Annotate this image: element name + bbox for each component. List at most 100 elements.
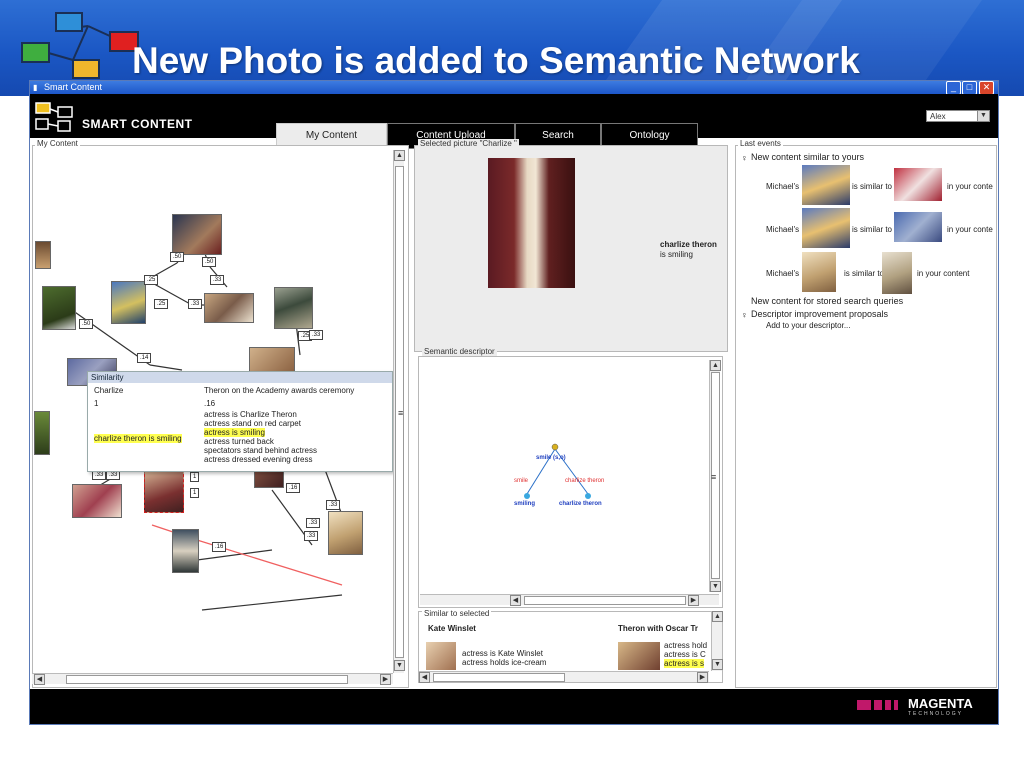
event-thumbnail[interactable] [802, 208, 850, 248]
scroll-thumb[interactable] [433, 673, 565, 682]
event-text: is similar to [852, 225, 893, 234]
photo-thumbnail[interactable] [328, 511, 363, 555]
similar-horizontal-scrollbar[interactable]: ◀ ▶ [419, 671, 709, 683]
similar-to-selected-label: Similar to selected [422, 609, 492, 618]
event-thumbnail[interactable] [894, 212, 942, 242]
close-button[interactable]: ✕ [979, 81, 994, 95]
similar-vertical-scrollbar[interactable]: ▲ ▼ [711, 611, 723, 671]
scroll-right-arrow-icon[interactable]: ▶ [697, 672, 708, 683]
event-user: Michael's [766, 269, 800, 278]
similar-item-thumbnail[interactable] [618, 642, 660, 670]
edge-weight-label: .33 [188, 299, 203, 309]
descriptor-left-leaf: smiling [514, 501, 536, 507]
photo-thumbnail[interactable] [172, 529, 199, 573]
edge-weight-label: 1 [190, 472, 200, 482]
event-thumbnail[interactable] [802, 165, 850, 205]
similarity-popup: Similarity Charlize Theron on the Academ… [87, 371, 393, 472]
scroll-left-arrow-icon[interactable]: ◀ [510, 595, 521, 606]
similar-item-line: actress is s [664, 659, 705, 668]
descriptor-right-leaf: charlize theron [559, 501, 602, 507]
edge-weight-label: .50 [79, 319, 94, 329]
semantic-descriptor-label: Semantic descriptor [422, 347, 497, 356]
photo-thumbnail[interactable] [72, 484, 122, 518]
edge-weight-label: 1 [190, 488, 200, 498]
scroll-up-arrow-icon[interactable]: ▲ [710, 360, 721, 371]
event-thumbnail[interactable] [802, 252, 836, 292]
event-thumbnail[interactable] [882, 252, 912, 294]
window-title: Smart Content [44, 82, 103, 92]
event-text: in your conte [947, 225, 993, 234]
scroll-down-arrow-icon[interactable]: ▼ [394, 660, 405, 671]
scroll-down-arrow-icon[interactable]: ▼ [712, 659, 723, 670]
minimize-button[interactable]: _ [946, 81, 961, 95]
add-to-descriptor-link[interactable]: Add to your descriptor... [766, 321, 851, 330]
tree-expand-icon[interactable]: ♀ [741, 310, 748, 320]
popup-left-value: 1 [94, 399, 99, 408]
app-window: ▮ Smart Content _ □ ✕ SMART CONTENT My C… [29, 80, 999, 725]
edge-weight-label: .33 [309, 330, 324, 340]
event-text: in your conte [947, 182, 993, 191]
app-icon: ▮ [33, 83, 38, 92]
photo-thumbnail[interactable] [34, 411, 50, 455]
photo-thumbnail[interactable] [42, 286, 76, 330]
edge-weight-label: .25 [154, 299, 169, 309]
popup-right-value: .16 [204, 399, 216, 408]
popup-title: Similarity [88, 372, 392, 383]
scroll-up-arrow-icon[interactable]: ▲ [712, 611, 723, 622]
photo-thumbnail[interactable] [35, 241, 51, 269]
event-user: Michael's [766, 182, 800, 191]
event-text: is similar to [844, 269, 885, 278]
events-group-search-queries[interactable]: New content for stored search queries [751, 296, 903, 306]
user-select-value: Alex [930, 112, 946, 121]
scroll-down-arrow-icon[interactable]: ▼ [710, 581, 721, 592]
magenta-brand-text: MAGENTA [908, 696, 973, 711]
scroll-left-arrow-icon[interactable]: ◀ [34, 674, 45, 685]
events-group-similar[interactable]: New content similar to yours [751, 152, 864, 162]
scroll-right-arrow-icon[interactable]: ▶ [688, 595, 699, 606]
edge-weight-label: .25 [144, 275, 159, 285]
maximize-button[interactable]: □ [962, 81, 977, 95]
similar-item-thumbnail[interactable] [426, 642, 456, 670]
splitter-grip-icon[interactable]: ≡ [711, 472, 716, 482]
photo-thumbnail[interactable] [204, 293, 254, 323]
tree-expand-icon[interactable]: ♀ [741, 153, 748, 163]
photo-thumbnail[interactable] [172, 214, 222, 255]
scroll-left-arrow-icon[interactable]: ◀ [419, 672, 430, 683]
selected-picture-label: Selected picture "Charlize " [418, 139, 519, 148]
scroll-thumb[interactable] [66, 675, 348, 684]
scroll-up-arrow-icon[interactable]: ▲ [394, 150, 405, 161]
app-footer: MAGENTA TECHNOLOGY [30, 689, 998, 724]
scroll-thumb[interactable] [524, 596, 686, 605]
similar-item-line: actress is Kate Winslet [462, 649, 543, 658]
slide-title: New Photo is added to Semantic Network [132, 40, 860, 81]
selected-picture-image [488, 158, 575, 288]
event-user: Michael's [766, 225, 800, 234]
popup-right-line: spectators stand behind actress [204, 446, 317, 455]
user-select[interactable]: Alex ▼ [926, 110, 990, 122]
window-titlebar[interactable]: ▮ Smart Content _ □ ✕ [30, 81, 998, 95]
edge-weight-label: .33 [306, 518, 321, 528]
popup-right-line: actress stand on red carpet [204, 419, 301, 428]
popup-left-name: Charlize [94, 386, 124, 395]
event-text: is similar to [852, 182, 893, 191]
similar-item-line: actress is C [664, 650, 706, 659]
descriptor-left-edge-label: smile [514, 478, 529, 484]
photo-thumbnail[interactable] [111, 281, 146, 324]
chevron-down-icon: ▼ [977, 111, 989, 121]
popup-right-name: Theron on the Academy awards ceremony [204, 386, 355, 395]
event-text: in your content [917, 269, 970, 278]
magenta-logo-icon [857, 700, 903, 710]
scroll-right-arrow-icon[interactable]: ▶ [380, 674, 391, 685]
event-thumbnail[interactable] [894, 168, 942, 201]
similar-item-title: Kate Winslet [428, 624, 476, 633]
events-group-descriptor-proposals[interactable]: Descriptor improvement proposals [751, 309, 888, 319]
selected-caption-line2: is smiling [660, 250, 693, 259]
splitter-grip-icon[interactable]: ≡ [398, 408, 403, 418]
selected-photo-thumbnail[interactable] [144, 469, 184, 513]
my-content-horizontal-scrollbar[interactable]: ◀ ▶ [32, 673, 393, 685]
edge-weight-label: .14 [137, 353, 152, 363]
photo-thumbnail[interactable] [274, 287, 313, 329]
app-header: SMART CONTENT My Content Content Upload … [30, 94, 998, 149]
edge-weight-label: .50 [202, 257, 217, 267]
descriptor-horizontal-scrollbar[interactable]: ◀ ▶ [420, 594, 719, 606]
